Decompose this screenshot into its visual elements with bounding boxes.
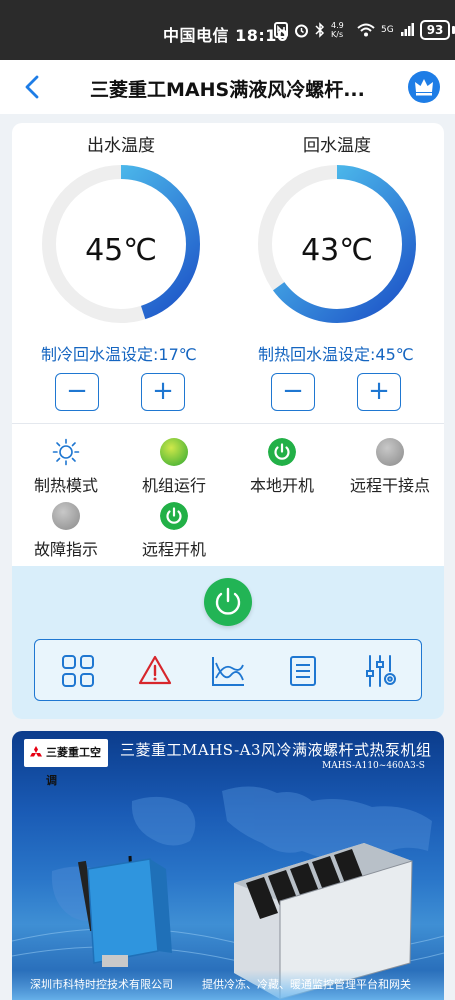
banner-company: 深圳市科特时控技术有限公司 [30,978,173,991]
indicator-label: 本地开机 [249,476,314,495]
grey-dot-icon [376,438,404,466]
indicator-heating-mode: 制热模式 [12,438,120,496]
grey-dot-icon [52,502,80,530]
crown-icon [415,79,433,96]
banner-service: 提供冷冻、冷藏、暖通监控管理平台和网关 [202,978,411,991]
indicator-remote-on: 远程开机 [120,502,228,560]
function-toolbar [34,639,422,701]
indicator-fault: 故障指示 [12,502,120,560]
indicator-label: 故障指示 [33,540,98,559]
banner-title: 三菱重工MAHS-A3风冷满液螺杆式热泵机组 [120,741,432,759]
nav-bar: 三菱重工MAHS满液风冷螺杆... [0,60,455,114]
return-temperature-gauge: 回水温度 43℃ [252,133,422,329]
alarm-icon [295,24,308,37]
indicator-local-on: 本地开机 [228,438,336,496]
indicator-label: 制热模式 [33,476,98,495]
signal-icon [400,23,414,36]
world-map-decoration [12,786,444,1000]
gauge-value: 45℃ [85,233,157,268]
status-icons: 4.9 K/s 5G 93 [274,20,455,40]
power-on-icon [268,438,296,466]
power-on-icon [160,502,188,530]
cooling-increase-button[interactable]: + [141,373,185,411]
back-arrow-icon[interactable] [18,72,48,102]
indicator-unit-running: 机组运行 [120,438,228,496]
cooling-decrease-button[interactable]: − [55,373,99,411]
indicator-label: 机组运行 [141,476,206,495]
heating-decrease-button[interactable]: − [271,373,315,411]
divider [12,423,444,424]
gauge-label: 出水温度 [87,136,155,156]
nfc-icon [274,22,288,38]
gauge-label: 回水温度 [303,136,371,156]
control-zone [12,566,444,719]
grid-icon[interactable] [60,653,96,689]
gauge-value: 43℃ [301,233,373,268]
heating-setpoint-label: 制热回水温设定:45℃ [258,345,414,364]
indicator-label: 远程开机 [141,540,206,559]
crown-button[interactable] [408,71,440,103]
status-card: 出水温度 45℃ 回水温度 43℃ 制冷回水温设定:17℃ 制热回水温设定:45… [12,123,444,719]
chart-icon[interactable] [210,653,246,689]
settings-sliders-icon[interactable] [362,653,398,689]
page-title: 三菱重工MAHS满液风冷螺杆... [90,79,365,101]
heating-increase-button[interactable]: + [357,373,401,411]
indicator-remote-dry-contact: 远程干接点 [336,438,444,496]
outlet-temperature-gauge: 出水温度 45℃ [36,133,206,329]
warning-icon[interactable] [137,653,173,689]
mitsubishi-mark-icon [30,746,42,757]
main-power-button[interactable] [204,578,252,626]
cooling-setpoint-label: 制冷回水温设定:17℃ [41,345,197,364]
banner-model: MAHS-A110~460A3-S [322,761,425,771]
bluetooth-icon [315,22,325,38]
list-icon[interactable] [285,653,321,689]
carrier-time: 中国电信 18:10 [163,26,289,45]
product-banner[interactable]: 三菱重工空调 三菱重工MAHS-A3风冷满液螺杆式热泵机组 MAHS-A110~… [12,731,444,1000]
sun-icon [52,438,80,466]
battery-level: 93 [419,20,451,40]
signal-label: 5G [381,25,394,35]
network-speed: 4.9 K/s [331,21,344,39]
power-icon [215,587,241,615]
green-dot-icon [160,438,188,466]
status-bar: 中国电信 18:10 4.9 K/s 5G 93 [0,0,455,60]
wifi-icon [357,23,375,37]
indicator-label: 远程干接点 [349,476,430,495]
